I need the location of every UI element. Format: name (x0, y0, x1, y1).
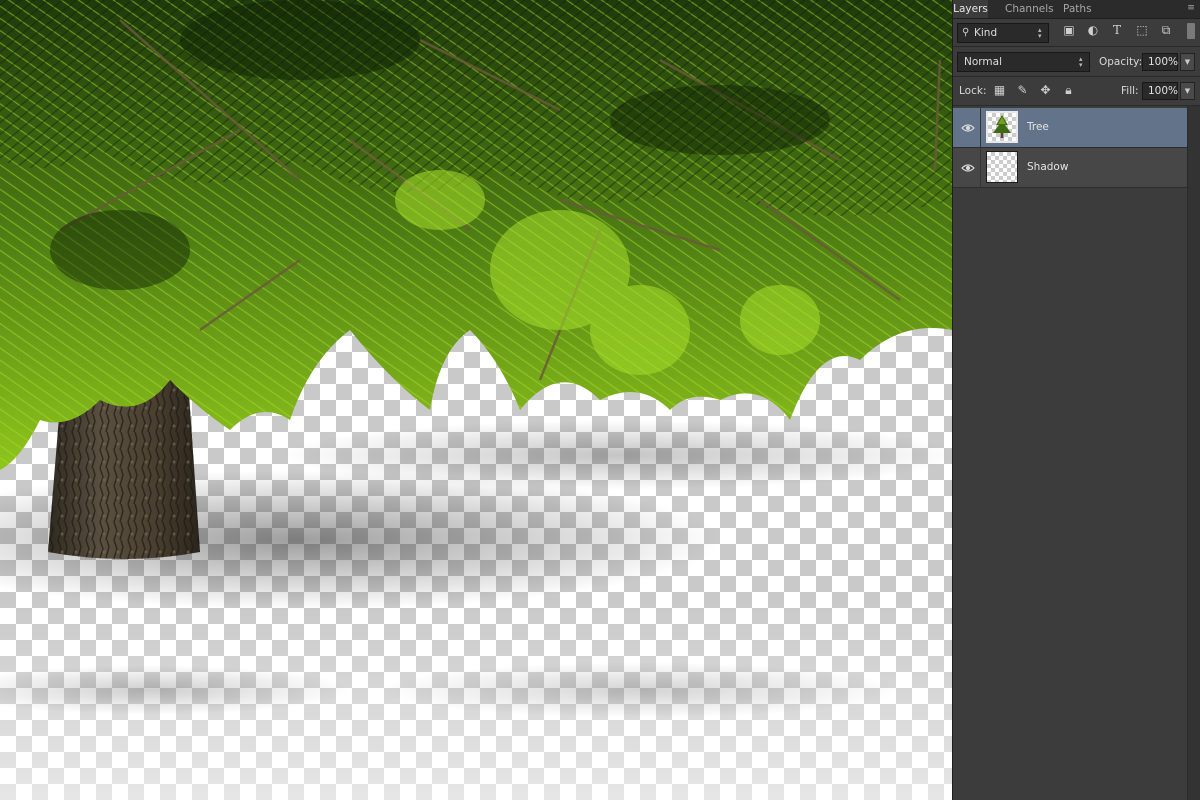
lock-all-icon[interactable]: 🔒︎ (1061, 83, 1076, 98)
chevron-updown-icon: ▴ ▾ (1038, 26, 1042, 40)
layer-thumbnail-shadow (986, 151, 1018, 183)
fill-slider-button[interactable]: ▼ (1180, 82, 1195, 100)
lock-image-pixels-icon[interactable]: ✎ (1015, 83, 1030, 98)
lock-label: Lock: (959, 85, 987, 97)
panel-tab-bar: Layers Channels Paths ≡ (953, 0, 1200, 19)
type-filter-icon[interactable]: T (1109, 22, 1125, 38)
layer-row-shadow[interactable]: Shadow (953, 148, 1187, 188)
shape-filter-icon[interactable]: ⬚ (1134, 22, 1150, 38)
opacity-label: Opacity: (1099, 56, 1143, 68)
smart-object-filter-icon[interactable]: ⧉ (1158, 22, 1174, 38)
layers-panel: Layers Channels Paths ≡ ⚲ Kind ▴ ▾ ▣ ◐ T … (952, 0, 1200, 800)
search-icon: ⚲ (962, 27, 970, 38)
layer-row-tree[interactable]: Tree (953, 108, 1187, 148)
opacity-input[interactable]: 100% (1142, 53, 1178, 71)
layer-name-tree[interactable]: Tree (1027, 121, 1049, 133)
adjustment-filter-icon[interactable]: ◐ (1085, 22, 1101, 38)
fill-input[interactable]: 100% (1142, 82, 1178, 100)
layers-scrollbar[interactable] (1187, 106, 1200, 800)
fill-label: Fill: (1121, 85, 1139, 97)
opacity-slider-button[interactable]: ▼ (1180, 53, 1195, 71)
layer-name-shadow[interactable]: Shadow (1027, 161, 1068, 173)
eye-icon[interactable] (961, 161, 975, 175)
canvas-artwork (0, 0, 952, 800)
filter-kind-value: Kind (974, 27, 998, 39)
tree-thumbnail-icon (993, 115, 1011, 138)
panel-menu-icon[interactable]: ≡ (1185, 2, 1197, 14)
blend-mode-value: Normal (964, 56, 1002, 68)
lock-position-icon[interactable]: ✥ (1038, 83, 1053, 98)
filter-kind-select[interactable]: ⚲ Kind ▴ ▾ (957, 23, 1049, 43)
chevron-updown-icon: ▴ ▾ (1079, 55, 1083, 69)
eye-icon[interactable] (961, 121, 975, 135)
lock-transparent-pixels-icon[interactable]: ▦ (992, 83, 1007, 98)
blend-mode-select[interactable]: Normal ▴ ▾ (957, 52, 1090, 72)
filter-toggle-switch[interactable] (1187, 23, 1195, 39)
layer-thumbnail-tree (986, 111, 1018, 143)
tab-layers[interactable]: Layers (953, 0, 988, 18)
tab-paths[interactable]: Paths (1057, 0, 1098, 18)
document-canvas[interactable] (0, 0, 952, 800)
tab-channels[interactable]: Channels (999, 0, 1060, 18)
image-filter-icon[interactable]: ▣ (1061, 22, 1077, 38)
layers-list-empty-area[interactable] (953, 188, 1187, 800)
